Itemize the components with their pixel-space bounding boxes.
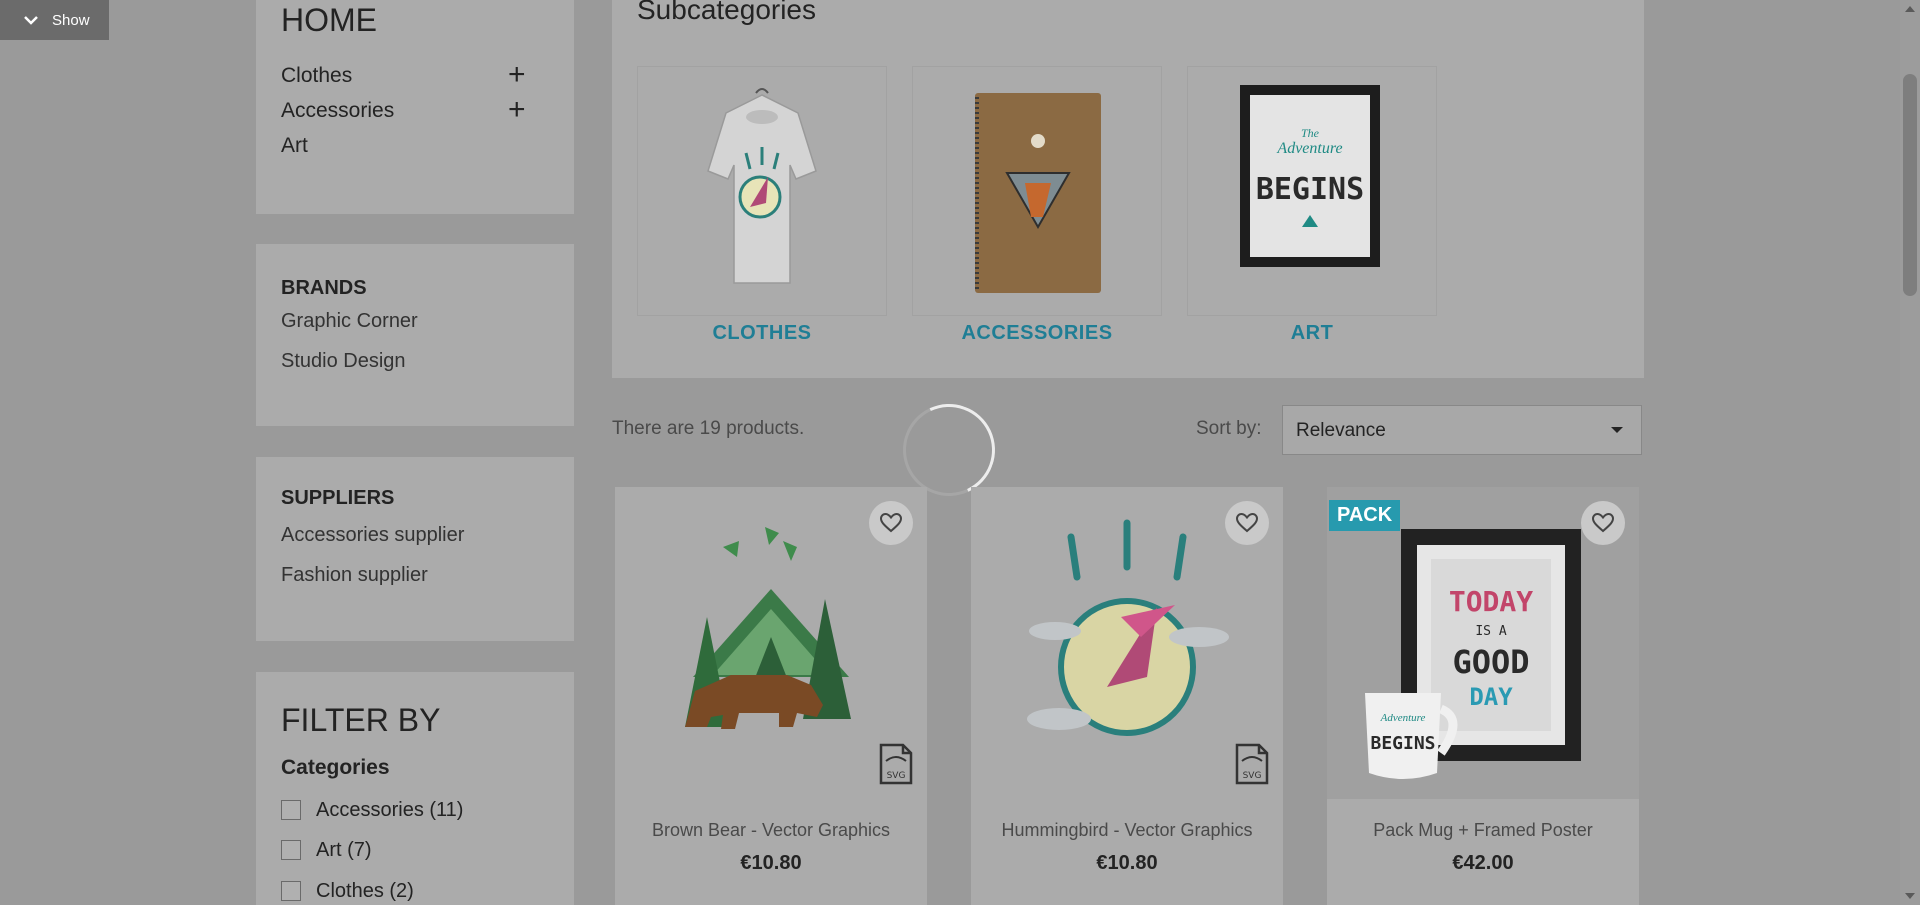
product-title[interactable]: Pack Mug + Framed Poster [1327,820,1639,841]
expand-accessories-plus-icon[interactable]: + [508,95,526,125]
category-link-art[interactable]: Art [281,134,308,158]
svg-file-icon: SVG [1235,743,1269,790]
product-thumbnail[interactable]: SVG [971,487,1283,799]
poster-text-adventure: Adventure [1276,140,1342,157]
product-price: €10.80 [1096,852,1158,874]
product-price: €10.80 [740,852,802,874]
filter-option-accessories[interactable]: Accessories (11) [281,798,463,822]
product-card-hummingbird[interactable]: SVG Hummingbird - Vector Graphics €10.80 [971,487,1283,905]
category-link-accessories[interactable]: Accessories [281,99,394,123]
subcategories-panel: Subcategories CLOTHES ACCESSORIES The Ad… [612,0,1644,378]
scrollbar-thumb[interactable] [1903,74,1917,296]
suppliers-heading[interactable]: SUPPLIERS [281,487,394,510]
heart-outline-icon[interactable] [880,513,902,533]
filter-option-label[interactable]: Art (7) [316,839,372,862]
add-to-wishlist-button[interactable] [1225,501,1269,545]
brands-heading[interactable]: BRANDS [281,277,367,300]
poster-text-is-a: IS A [1475,624,1506,639]
subcategories-title: Subcategories [637,0,817,25]
show-toggle-label[interactable]: Show [52,12,90,29]
chevron-down-icon[interactable] [22,11,40,29]
scroll-down-arrow-icon[interactable] [1905,893,1915,899]
sort-dropdown[interactable]: Relevance [1282,405,1642,455]
category-link-clothes[interactable]: Clothes [281,64,352,88]
poster-text-day: DAY [1469,683,1513,711]
svg-file-label: SVG [887,771,906,781]
heart-outline-icon[interactable] [1236,513,1258,533]
framed-poster-image: The Adventure BEGINS [1240,85,1380,267]
scroll-up-arrow-icon[interactable] [1905,6,1915,12]
caret-down-icon[interactable] [1611,427,1623,433]
supplier-link-fashion[interactable]: Fashion supplier [281,564,428,587]
add-to-wishlist-button[interactable] [1581,501,1625,545]
suppliers-block: SUPPLIERS Accessories supplier Fashion s… [256,457,574,641]
brand-link-graphic-corner[interactable]: Graphic Corner [281,310,418,333]
product-title[interactable]: Hummingbird - Vector Graphics [971,820,1283,841]
vertical-scrollbar[interactable] [1900,0,1920,905]
product-card-brown-bear[interactable]: SVG Brown Bear - Vector Graphics €10.80 [615,487,927,905]
svg-file-icon: SVG [879,743,913,790]
subcategory-link-clothes[interactable]: CLOTHES [637,322,887,345]
product-thumbnail[interactable]: SVG [615,487,927,799]
category-tree-home-link[interactable]: HOME [281,2,377,39]
poster-text-good: GOOD [1452,643,1529,681]
expand-clothes-plus-icon[interactable]: + [508,60,526,90]
products-count: There are 19 products. [612,418,805,439]
sort-selected-value[interactable]: Relevance [1296,420,1386,442]
filter-by-title: FILTER BY [281,702,441,738]
filter-facet-title: Categories [281,756,390,779]
product-card-pack-mug-poster[interactable]: TODAY IS A GOOD DAY Adventure BEGINS PAC… [1327,487,1639,905]
filter-option-label[interactable]: Accessories (11) [316,799,463,822]
filter-block: FILTER BY Categories Accessories (11) Ar… [256,672,574,905]
subcategory-image-clothes[interactable] [637,66,887,316]
brand-link-studio-design[interactable]: Studio Design [281,350,406,373]
filter-option-clothes[interactable]: Clothes (2) [281,879,414,903]
notebook-image [975,93,1101,293]
add-to-wishlist-button[interactable] [869,501,913,545]
page: HOME Clothes + Accessories + Art BRANDS … [0,0,1900,905]
category-tree-block: HOME Clothes + Accessories + Art [256,0,574,214]
poster-text-the: The [1301,126,1320,140]
show-toggle-button[interactable]: Show [0,0,109,40]
filter-option-label[interactable]: Clothes (2) [316,880,414,903]
product-title[interactable]: Brown Bear - Vector Graphics [615,820,927,841]
poster-text-begins: BEGINS [1256,172,1364,207]
svg-file-label: SVG [1243,771,1262,781]
subcategory-link-art[interactable]: ART [1187,322,1437,345]
filter-checkbox[interactable] [281,881,301,901]
mug-text-adventure: Adventure [1380,712,1426,724]
t-shirt-image [707,88,817,284]
filter-checkbox[interactable] [281,840,301,860]
filter-checkbox[interactable] [281,800,301,820]
subcategory-image-art[interactable]: The Adventure BEGINS [1187,66,1437,316]
mug-text-begins: BEGINS [1370,733,1435,754]
subcategory-link-accessories[interactable]: ACCESSORIES [912,322,1162,345]
brands-block: BRANDS Graphic Corner Studio Design [256,244,574,426]
product-price: €42.00 [1452,852,1514,874]
poster-text-today: TODAY [1449,585,1533,618]
pack-badge: PACK [1329,500,1401,531]
sort-label: Sort by: [1196,418,1262,439]
heart-outline-icon[interactable] [1592,513,1614,533]
filter-option-art[interactable]: Art (7) [281,838,372,862]
supplier-link-accessories[interactable]: Accessories supplier [281,524,464,547]
subcategory-image-accessories[interactable] [912,66,1162,316]
product-thumbnail[interactable]: TODAY IS A GOOD DAY Adventure BEGINS PAC… [1327,487,1639,799]
